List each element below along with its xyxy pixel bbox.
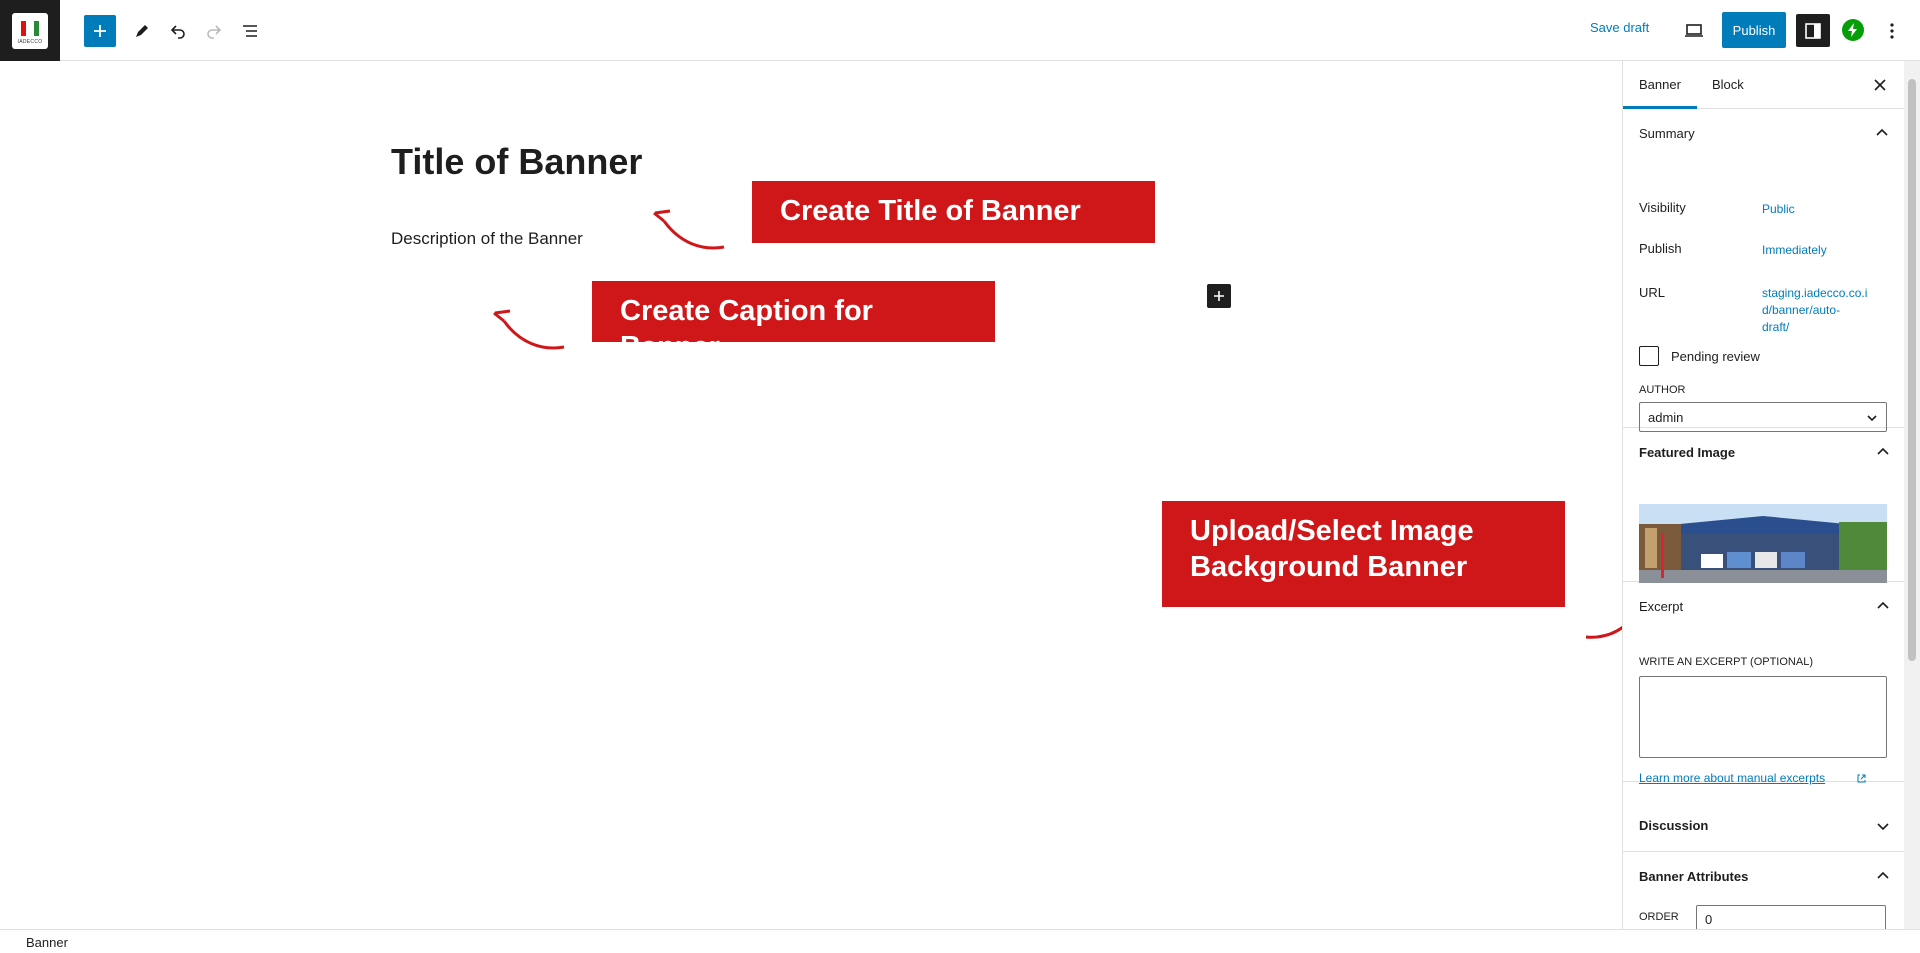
editor-header: IADECCO Save draft Publish xyxy=(0,0,1920,61)
plus-icon xyxy=(1214,291,1224,301)
callout-image-line1: Upload/Select Image xyxy=(1190,515,1474,547)
undo-button[interactable] xyxy=(162,15,194,47)
summary-title: Summary xyxy=(1639,126,1695,141)
url-line-3: draft/ xyxy=(1762,320,1790,334)
redo-button[interactable] xyxy=(198,15,230,47)
url-label: URL xyxy=(1639,285,1666,300)
featured-image-toggle[interactable]: Featured Image xyxy=(1623,428,1904,476)
summary-panel-toggle[interactable]: Summary xyxy=(1623,109,1904,157)
post-title[interactable]: Title of Banner xyxy=(391,141,642,183)
arrow-to-description xyxy=(493,309,565,350)
visibility-value[interactable]: Public xyxy=(1762,201,1795,218)
block-inserter-button[interactable] xyxy=(1207,284,1231,308)
save-draft-button[interactable]: Save draft xyxy=(1590,20,1649,35)
publish-label: Publish xyxy=(1639,241,1682,256)
publish-date-value[interactable]: Immediately xyxy=(1762,242,1827,259)
callout-caption: Create Caption for Banner xyxy=(592,281,995,363)
options-menu-button[interactable] xyxy=(1876,15,1908,47)
settings-toggle-button[interactable] xyxy=(1796,14,1830,47)
visibility-label: Visibility xyxy=(1639,200,1686,215)
excerpt-toggle[interactable]: Excerpt xyxy=(1623,582,1904,630)
excerpt-help-link[interactable]: Learn more about manual excerpts xyxy=(1639,771,1825,785)
excerpt-textarea[interactable] xyxy=(1639,676,1887,758)
sidebar-tabs: Banner Block xyxy=(1623,61,1904,109)
chevron-up-icon xyxy=(1877,871,1889,879)
summary-panel: Summary Visibility Public Publish Immedi… xyxy=(1623,109,1904,432)
jetpack-button[interactable] xyxy=(1842,19,1864,41)
url-value[interactable]: staging.iadecco.co.i d/banner/auto- draf… xyxy=(1762,285,1867,336)
arrow-to-title xyxy=(653,209,725,250)
publish-button[interactable]: Publish xyxy=(1722,12,1786,48)
order-input[interactable]: 0 xyxy=(1696,905,1886,929)
pencil-icon xyxy=(136,25,148,37)
sidebar-icon xyxy=(1805,22,1821,39)
chevron-down-icon xyxy=(1867,415,1877,422)
add-block-button[interactable] xyxy=(84,15,116,47)
order-label: ORDER xyxy=(1639,911,1679,923)
external-link-icon xyxy=(1857,774,1866,783)
chevron-up-icon xyxy=(1876,128,1888,136)
bolt-icon xyxy=(1848,23,1857,37)
close-sidebar-button[interactable] xyxy=(1864,69,1896,101)
featured-image-thumbnail[interactable] xyxy=(1639,504,1887,583)
chevron-up-icon xyxy=(1877,601,1889,609)
settings-sidebar: Banner Block Summary Visibility Public P… xyxy=(1622,61,1904,929)
banner-attributes-panel: Banner Attributes xyxy=(1623,852,1904,912)
callout-image: Upload/Select Image Background Banner xyxy=(1162,501,1565,607)
tab-banner[interactable]: Banner xyxy=(1623,61,1697,109)
logo-badge: IADECCO xyxy=(12,12,48,49)
document-overview-button[interactable] xyxy=(234,15,266,47)
tools-button[interactable] xyxy=(126,15,158,47)
site-logo-button[interactable]: IADECCO xyxy=(0,0,60,61)
plus-icon xyxy=(94,25,106,37)
post-description-block[interactable]: Description of the Banner xyxy=(391,229,583,249)
callout-title: Create Title of Banner xyxy=(752,181,1155,243)
excerpt-field-label: WRITE AN EXCERPT (OPTIONAL) xyxy=(1639,656,1813,668)
list-view-icon xyxy=(243,25,257,37)
discussion-panel[interactable]: Discussion xyxy=(1623,802,1904,852)
breadcrumb[interactable]: Banner xyxy=(26,935,68,950)
excerpt-title: Excerpt xyxy=(1639,599,1684,614)
pending-review-checkbox[interactable] xyxy=(1639,346,1659,366)
url-line-2: d/banner/auto- xyxy=(1762,303,1841,317)
tab-block[interactable]: Block xyxy=(1696,61,1760,109)
chevron-down-icon xyxy=(1877,823,1889,831)
featured-image-title: Featured Image xyxy=(1639,445,1736,460)
callout-image-line2: Background Banner xyxy=(1190,551,1468,583)
more-vertical-icon xyxy=(1890,23,1894,39)
undo-icon xyxy=(170,25,185,39)
banner-attributes-toggle[interactable]: Banner Attributes xyxy=(1623,852,1904,900)
preview-button[interactable] xyxy=(1678,15,1710,47)
author-label: AUTHOR xyxy=(1639,384,1686,396)
discussion-title: Discussion xyxy=(1639,818,1709,833)
url-line-1: staging.iadecco.co.i xyxy=(1762,286,1868,300)
building-photo xyxy=(1639,504,1887,583)
author-value: admin xyxy=(1648,410,1684,425)
banner-attributes-title: Banner Attributes xyxy=(1639,869,1749,884)
close-icon xyxy=(1874,79,1886,91)
editor-footer: Banner xyxy=(0,929,1920,953)
desktop-preview-icon xyxy=(1685,24,1703,37)
redo-icon xyxy=(207,25,222,39)
logo-text: IADECCO xyxy=(17,38,43,45)
sidebar-scrollbar[interactable] xyxy=(1904,61,1920,929)
chevron-up-icon xyxy=(1877,447,1889,455)
scrollbar-thumb[interactable] xyxy=(1908,79,1916,661)
pending-review-label: Pending review xyxy=(1671,349,1760,364)
